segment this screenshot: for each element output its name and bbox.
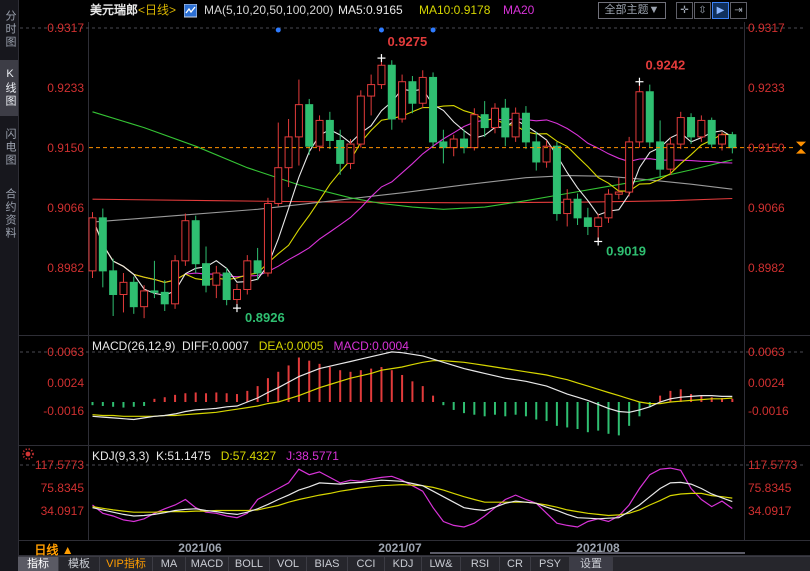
kdj-tick-label: 34.0917	[20, 504, 84, 518]
tab-bias[interactable]: BIAS	[307, 557, 348, 571]
tab-macd[interactable]: MACD	[186, 557, 229, 571]
kdj-tick-label: 117.5773	[20, 458, 84, 472]
kdj-tick-label: 75.8345	[748, 481, 810, 495]
price-tick-label: 0.9066	[20, 201, 84, 215]
tab-ma[interactable]: MA	[153, 557, 186, 571]
kdj-panel[interactable]	[93, 468, 733, 527]
price-tick-label: 0.8982	[748, 261, 810, 275]
tab-template[interactable]: 模板	[59, 557, 100, 571]
x-axis-label: 2021/07	[370, 541, 430, 555]
kdj-header: KDJ(9,3,3) K:51.1475 D:57.4327 J:38.5771	[92, 449, 339, 463]
kdj-k-value: K:51.1475	[156, 449, 211, 463]
kdj-tick-label: 117.5773	[748, 458, 810, 472]
svg-text:0.8926: 0.8926	[245, 310, 285, 325]
price-tick-label: 0.9233	[20, 81, 84, 95]
price-annotation: 0.9242	[635, 58, 685, 86]
main-price-panel[interactable]	[89, 58, 736, 318]
kdj-tick-label: 34.0917	[748, 504, 810, 518]
indicator-tab-bar: 指标 模板 VIP指标 MA MACD BOLL VOL BIAS CCI KD…	[18, 556, 810, 571]
macd-dea-value: DEA:0.0005	[259, 339, 324, 353]
price-annotation: 0.9019	[594, 237, 646, 258]
macd-tick-label: 0.0063	[20, 345, 84, 359]
macd-tick-label: -0.0016	[20, 404, 84, 418]
price-tick-label: 0.9233	[748, 81, 810, 95]
tab-psy[interactable]: PSY	[531, 557, 570, 571]
tab-cci[interactable]: CCI	[348, 557, 385, 571]
tab-kdj[interactable]: KDJ	[385, 557, 422, 571]
price-tick-label: 0.9317	[20, 21, 84, 35]
kdj-j-value: J:38.5771	[286, 449, 339, 463]
price-annotation: 0.8926	[233, 304, 285, 325]
chart-canvas[interactable]: 0.9275 0.9242 0.9019 0.8926	[0, 0, 810, 571]
chart-scrollbar[interactable]	[430, 552, 745, 554]
macd-diff-value: DIFF:0.0007	[182, 339, 249, 353]
macd-tick-label: 0.0024	[20, 376, 84, 390]
tab-rsi[interactable]: RSI	[461, 557, 500, 571]
tab-lwr[interactable]: LW&	[422, 557, 461, 571]
price-tick-label: 0.9066	[748, 201, 810, 215]
macd-title: MACD(26,12,9)	[92, 339, 175, 353]
macd-header: MACD(26,12,9) DIFF:0.0007 DEA:0.0005 MAC…	[92, 339, 409, 353]
tab-vol[interactable]: VOL	[270, 557, 307, 571]
tab-cr[interactable]: CR	[500, 557, 531, 571]
candlesticks	[89, 58, 736, 318]
price-tick-label: 0.9150	[748, 141, 810, 155]
kdj-title: KDJ(9,3,3)	[92, 449, 149, 463]
trading-app-window: 分时图 K线图 闪电图 合约资料 美元瑞郎<日线> MA(5,10,20,50,…	[0, 0, 810, 571]
price-annotation: 0.9275	[377, 34, 427, 62]
macd-value: MACD:0.0004	[334, 339, 409, 353]
macd-panel[interactable]	[93, 352, 733, 435]
tab-settings[interactable]: 设置	[570, 557, 613, 571]
tab-vip-indicator[interactable]: VIP指标	[100, 557, 153, 571]
kdj-d-value: D:57.4327	[221, 449, 276, 463]
tab-boll[interactable]: BOLL	[229, 557, 270, 571]
kdj-tick-label: 75.8345	[20, 481, 84, 495]
x-axis-label: 2021/06	[170, 541, 230, 555]
period-selector[interactable]: 日线 ▲	[20, 541, 88, 555]
macd-tick-label: 0.0024	[748, 376, 810, 390]
price-tick-label: 0.9317	[748, 21, 810, 35]
price-tick-label: 0.8982	[20, 261, 84, 275]
svg-text:0.9275: 0.9275	[387, 34, 427, 49]
svg-text:0.9242: 0.9242	[645, 58, 685, 73]
tab-indicator[interactable]: 指标	[18, 557, 59, 571]
macd-tick-label: 0.0063	[748, 345, 810, 359]
macd-tick-label: -0.0016	[748, 404, 810, 418]
svg-text:0.9019: 0.9019	[606, 243, 646, 258]
price-tick-label: 0.9150	[20, 141, 84, 155]
